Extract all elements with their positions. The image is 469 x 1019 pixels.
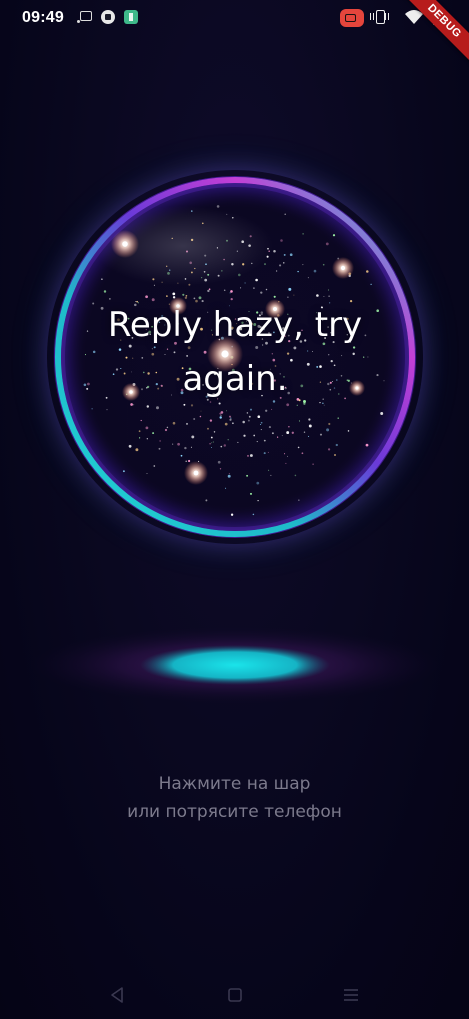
magic-ball[interactable]: Reply hazy, try again. bbox=[53, 176, 417, 538]
ball-answer-text: Reply hazy, try again. bbox=[107, 305, 363, 399]
hint-text: Нажмите на шар или потрясите телефон bbox=[0, 770, 469, 826]
ball-sphere: Reply hazy, try again. bbox=[53, 176, 417, 538]
hint-line-1: Нажмите на шар bbox=[158, 774, 311, 794]
screen-record-icon bbox=[340, 9, 364, 27]
system-nav-bar bbox=[0, 976, 469, 1019]
status-bar: 09:49 bbox=[0, 0, 469, 38]
vibrate-icon bbox=[370, 10, 389, 24]
app-notification-icon bbox=[101, 10, 115, 24]
pedestal-glow bbox=[30, 627, 440, 703]
nav-home-button[interactable] bbox=[220, 984, 250, 1006]
nav-recents-button[interactable] bbox=[336, 984, 366, 1006]
status-time: 09:49 bbox=[22, 9, 64, 26]
menu-icon bbox=[344, 989, 358, 1001]
back-icon bbox=[111, 987, 123, 1003]
app-notification-icon bbox=[124, 10, 138, 24]
home-icon bbox=[228, 988, 242, 1002]
hint-line-2: или потрясите телефон bbox=[127, 802, 342, 822]
cast-icon bbox=[77, 11, 92, 23]
nav-back-button[interactable] bbox=[102, 984, 132, 1006]
